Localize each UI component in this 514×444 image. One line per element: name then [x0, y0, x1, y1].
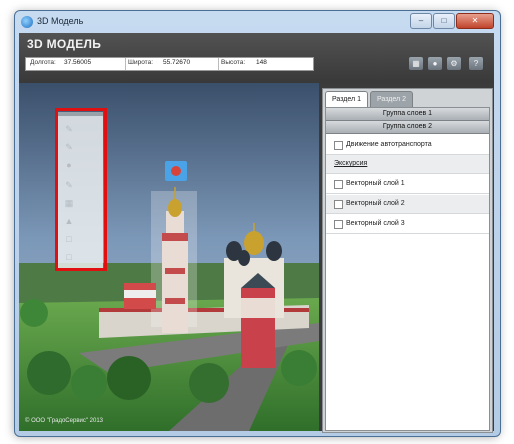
settings-button[interactable]: ⚙ [447, 57, 461, 70]
layer-checkbox[interactable] [334, 200, 343, 209]
layer-checkbox[interactable] [334, 141, 343, 150]
toolbar-highlight-frame [55, 108, 107, 271]
layer-row-traffic[interactable]: Движение автотранспорта [326, 136, 489, 155]
longitude-readout: Долгота: 37.56005 [30, 59, 91, 66]
layers-panel: Раздел 1 Раздел 2 Группа слоев 1 Группа … [322, 88, 493, 433]
layer-group-1[interactable]: Группа слоев 1 [326, 108, 489, 121]
window-title: 3D Модель [37, 16, 84, 26]
layer-label: Движение автотранспорта [346, 141, 432, 148]
app-title: 3D МОДЕЛЬ [27, 37, 102, 51]
layer-checkbox[interactable] [334, 180, 343, 189]
coordinates-bar: Долгота: 37.56005 Широта: 55.72670 Высот… [25, 57, 314, 71]
tab-section-2[interactable]: Раздел 2 [369, 91, 413, 108]
minimize-button[interactable]: – [410, 13, 432, 29]
maximize-button[interactable]: □ [433, 13, 455, 29]
screenshot-icon: ▦ [412, 59, 420, 68]
layer-row-vector-2[interactable]: Векторный слой 2 [326, 195, 489, 214]
help-icon: ? [473, 59, 479, 68]
window-controls: – □ ✕ [410, 13, 494, 29]
camera-icon: ● [432, 59, 438, 68]
panel-tabs: Раздел 1 Раздел 2 [325, 91, 413, 108]
altitude-label: Высота: [221, 59, 246, 66]
copyright-text: © ООО "ГрадоСервис" 2013 [25, 418, 103, 424]
app-window: 3D Модель – □ ✕ 3D МОДЕЛЬ Долгота: 37.56… [14, 10, 501, 437]
camera-button[interactable]: ● [428, 57, 442, 70]
latitude-label: Широта: [128, 59, 154, 66]
layer-row-vector-3[interactable]: Векторный слой 3 [326, 215, 489, 234]
client-area: 3D МОДЕЛЬ Долгота: 37.56005 Широта: 55.7… [19, 33, 494, 433]
layer-row-vector-1[interactable]: Векторный слой 1 [326, 175, 489, 194]
app-header: 3D МОДЕЛЬ Долгота: 37.56005 Широта: 55.7… [19, 33, 494, 83]
panel-body: Группа слоев 1 Группа слоев 2 Движение а… [325, 107, 490, 431]
longitude-value: 37.56005 [64, 59, 92, 66]
latitude-readout: Широта: 55.72670 [128, 59, 190, 66]
layer-label: Векторный слой 2 [346, 200, 405, 207]
altitude-readout: Высота: 148 [221, 59, 267, 66]
longitude-label: Долгота: [30, 59, 56, 66]
coord-separator [125, 58, 126, 70]
layer-row-excursion[interactable]: Экскурсия [326, 155, 489, 174]
coord-separator [218, 58, 219, 70]
close-button[interactable]: ✕ [456, 13, 494, 29]
settings-icon: ⚙ [450, 59, 458, 68]
help-button[interactable]: ? [469, 57, 483, 70]
layer-label: Векторный слой 3 [346, 220, 405, 227]
latitude-value: 55.72670 [163, 59, 191, 66]
layer-group-2[interactable]: Группа слоев 2 [326, 121, 489, 134]
excursion-link[interactable]: Экскурсия [334, 155, 367, 173]
title-bar[interactable]: 3D Модель – □ ✕ [15, 11, 500, 33]
altitude-value: 148 [256, 59, 267, 66]
layer-checkbox[interactable] [334, 220, 343, 229]
screenshot-button[interactable]: ▦ [409, 57, 423, 70]
tab-section-1[interactable]: Раздел 1 [325, 91, 368, 108]
layer-label: Векторный слой 1 [346, 180, 405, 187]
app-icon [21, 16, 33, 28]
